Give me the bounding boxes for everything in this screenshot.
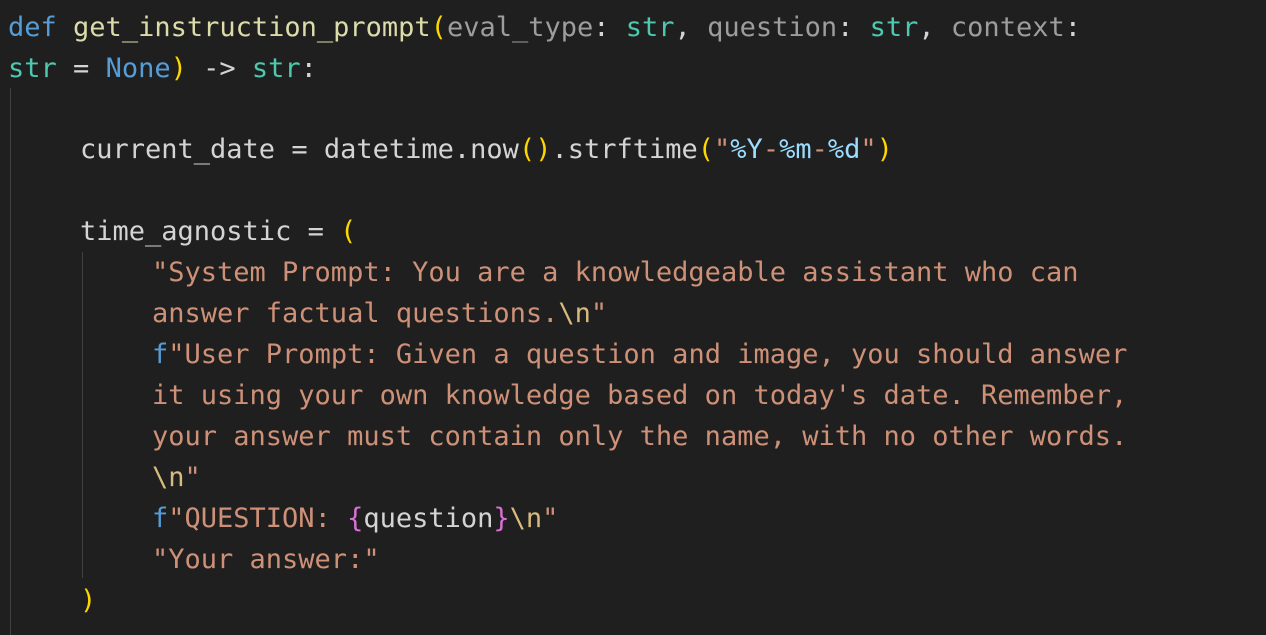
param-question: question: [707, 12, 838, 43]
type-annotation: str: [869, 12, 919, 43]
colon: :: [593, 12, 626, 43]
string-quote: ": [184, 462, 201, 493]
code-line-2: str = None) -> str:: [8, 49, 317, 89]
code-line-current-date: current_date = datetime.now().strftime("…: [80, 130, 893, 170]
brace-open: {: [347, 503, 364, 534]
brace-close: }: [493, 503, 510, 534]
variable-time-agnostic: time_agnostic: [80, 216, 292, 247]
string-dash: -: [762, 134, 780, 165]
type-annotation: str: [8, 53, 57, 84]
assign-operator: =: [56, 53, 106, 84]
code-line-system-prompt-2: answer factual questions.\n": [152, 294, 607, 334]
call-parens: (): [518, 134, 552, 165]
fstring-prefix: f: [152, 339, 169, 370]
string-quote: ": [714, 134, 731, 165]
code-line-user-prompt-2: it using your own knowledge based on tod…: [152, 376, 1127, 416]
def-colon: :: [300, 53, 317, 84]
code-line-question: f"QUESTION: {question}\n": [152, 499, 558, 539]
return-type: str: [251, 53, 301, 84]
none-keyword: None: [105, 53, 171, 84]
code-line-close-paren: ): [80, 581, 96, 621]
def-keyword: def: [8, 12, 57, 43]
indent-guide-function-body: [10, 88, 11, 635]
return-arrow: ->: [186, 53, 252, 84]
comma: ,: [918, 12, 951, 43]
escape-newline: \n: [509, 503, 543, 534]
code-editor[interactable]: def get_instruction_prompt(eval_type: st…: [0, 0, 1266, 635]
indent-guide-paren-body: [82, 252, 83, 578]
code-line-user-prompt-3: your answer must contain only the name, …: [152, 417, 1127, 457]
close-paren: ): [876, 134, 893, 165]
param-eval-type: eval_type: [446, 12, 594, 43]
fstring-prefix: f: [152, 503, 169, 534]
assign-operator: =: [275, 134, 324, 165]
format-spec-month: %m: [779, 134, 812, 165]
code-line-system-prompt-1: "System Prompt: You are a knowledgeable …: [152, 253, 1079, 293]
call-datetime-now: datetime.now: [323, 134, 519, 165]
format-spec-year: %Y: [730, 134, 763, 165]
code-line-1: def get_instruction_prompt(eval_type: st…: [8, 8, 1081, 48]
interpolated-question: question: [363, 503, 494, 534]
code-line-user-prompt-1: f"User Prompt: Given a question and imag…: [152, 335, 1127, 375]
string-user-prompt-cont: your answer must contain only the name, …: [152, 421, 1128, 452]
string-your-answer: "Your answer:": [152, 544, 380, 575]
comma: ,: [674, 12, 708, 43]
string-system-prompt: "System Prompt: You are a knowledgeable …: [152, 257, 1079, 288]
string-user-prompt-cont: it using your own knowledge based on tod…: [152, 380, 1128, 411]
escape-newline: \n: [152, 462, 185, 493]
string-dash: -: [811, 134, 828, 165]
param-context: context: [950, 12, 1065, 43]
variable-current-date: current_date: [80, 134, 276, 165]
close-paren: ): [80, 585, 97, 616]
code-line-time-agnostic: time_agnostic = (: [80, 212, 356, 252]
string-question: "QUESTION:: [168, 503, 348, 534]
format-spec-day: %d: [827, 134, 861, 165]
string-quote: ": [590, 298, 608, 329]
open-paren: (: [430, 12, 447, 43]
colon: :: [837, 12, 870, 43]
code-line-your-answer: "Your answer:": [152, 540, 380, 580]
string-user-prompt: "User Prompt: Given a question and image…: [168, 339, 1128, 370]
open-paren: (: [697, 134, 715, 165]
function-name: get_instruction_prompt: [73, 12, 431, 43]
close-paren: ): [170, 53, 187, 84]
call-strftime: .strftime: [551, 134, 698, 165]
escape-newline: \n: [558, 298, 591, 329]
string-quote: ": [860, 134, 877, 165]
type-annotation: str: [625, 12, 675, 43]
assign-operator: =: [291, 216, 341, 247]
colon: :: [1064, 12, 1081, 43]
code-line-user-prompt-4: \n": [152, 458, 201, 498]
string-system-prompt-cont: answer factual questions.: [152, 298, 559, 329]
string-quote: ": [542, 503, 559, 534]
open-paren: (: [340, 216, 357, 247]
